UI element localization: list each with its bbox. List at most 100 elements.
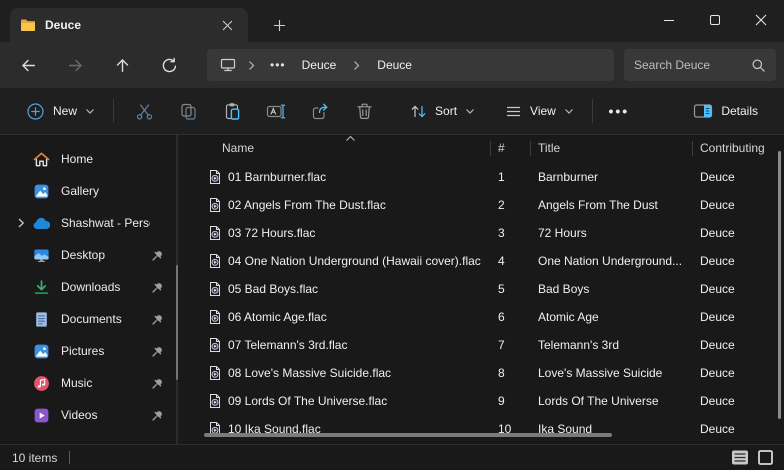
navigation-pane: Home Gallery [0, 135, 190, 444]
breadcrumb-overflow[interactable]: ••• [266, 58, 290, 72]
tab-title: Deuce [45, 18, 207, 32]
search-icon[interactable] [751, 58, 766, 73]
sort-ascending-icon [345, 135, 356, 142]
sort-button[interactable]: Sort [400, 93, 485, 129]
sidebar-item[interactable]: Documents [2, 303, 188, 335]
media-file-icon [207, 309, 223, 325]
pin-icon [150, 281, 164, 294]
sidebar-item-label: Gallery [61, 184, 150, 198]
column-header-name[interactable]: Name [222, 141, 254, 155]
breadcrumb-segment[interactable]: Deuce [296, 56, 343, 74]
file-name: 02 Angels From The Dust.flac [228, 191, 483, 219]
refresh-button[interactable] [149, 47, 189, 83]
sidebar-item[interactable]: Desktop [2, 239, 188, 271]
sidebar-item[interactable]: Shashwat - Personal [2, 207, 188, 239]
media-file-icon [207, 197, 223, 213]
breadcrumb-chevron-icon[interactable] [243, 60, 260, 71]
share-button[interactable] [298, 93, 342, 129]
track-title: Ika Sound [538, 415, 693, 443]
explorer-tab[interactable]: Deuce [10, 8, 248, 42]
cut-button[interactable] [122, 93, 166, 129]
chevron-down-icon [564, 108, 574, 115]
sort-label: Sort [435, 104, 457, 118]
status-bar: 10 items [0, 444, 784, 470]
view-button[interactable]: View [495, 93, 584, 129]
table-row[interactable]: 03 72 Hours.flac 3 72 Hours Deuce [190, 219, 784, 247]
contributing-artist: Deuce [700, 415, 735, 443]
maximize-button[interactable] [692, 0, 738, 40]
sidebar-item-label: Downloads [61, 280, 150, 294]
sidebar-item-label: Music [61, 376, 150, 390]
sort-icon [410, 103, 427, 120]
minimize-button[interactable] [646, 0, 692, 40]
sidebar-item[interactable]: Gallery [2, 175, 188, 207]
column-header-contributing[interactable]: Contributing [700, 141, 765, 155]
table-row[interactable]: 06 Atomic Age.flac 6 Atomic Age Deuce [190, 303, 784, 331]
search-input[interactable] [634, 58, 751, 72]
track-number: 2 [498, 191, 505, 219]
sidebar-item[interactable]: Downloads [2, 271, 188, 303]
column-header-title[interactable]: Title [538, 141, 560, 155]
back-button[interactable] [8, 47, 48, 83]
more-options-button[interactable]: ••• [601, 93, 637, 129]
table-row[interactable]: 07 Telemann's 3rd.flac 7 Telemann's 3rd … [190, 331, 784, 359]
breadcrumb-segment[interactable]: Deuce [371, 56, 418, 74]
table-row[interactable]: 10 Ika Sound.flac 10 Ika Sound Deuce [190, 415, 784, 443]
toolbar-divider [592, 99, 593, 123]
column-divider[interactable] [692, 141, 693, 156]
title-bar: Deuce [0, 0, 784, 42]
column-divider[interactable] [530, 141, 531, 156]
this-pc-icon[interactable] [219, 56, 237, 74]
table-row[interactable]: 08 Love's Massive Suicide.flac 8 Love's … [190, 359, 784, 387]
paste-button[interactable] [210, 93, 254, 129]
rename-button[interactable] [254, 93, 298, 129]
new-button[interactable]: New [16, 93, 105, 129]
plus-circle-icon [26, 102, 45, 121]
column-divider[interactable] [490, 141, 491, 156]
track-title: Angels From The Dust [538, 191, 693, 219]
chevron-right-icon[interactable] [10, 217, 32, 229]
media-file-icon [207, 365, 223, 381]
media-file-icon [207, 253, 223, 269]
new-tab-button[interactable] [264, 11, 294, 39]
breadcrumb-chevron-icon[interactable] [348, 60, 365, 71]
details-view-toggle[interactable] [729, 448, 751, 468]
track-number: 4 [498, 247, 505, 275]
chevron-down-icon [85, 108, 95, 115]
large-icons-view-toggle[interactable] [754, 448, 776, 468]
column-header-number[interactable]: # [498, 141, 505, 155]
downloads-icon [32, 278, 50, 296]
delete-button[interactable] [342, 93, 386, 129]
pin-icon [150, 377, 164, 390]
sidebar-scrollbar-thumb[interactable] [176, 265, 178, 380]
forward-button[interactable] [55, 47, 95, 83]
table-row[interactable]: 01 Barnburner.flac 1 Barnburner Deuce [190, 163, 784, 191]
file-name: 05 Bad Boys.flac [228, 275, 483, 303]
sidebar-item[interactable]: Pictures [2, 335, 188, 367]
file-name: 04 One Nation Underground (Hawaii cover)… [228, 247, 483, 275]
horizontal-scrollbar-thumb[interactable] [204, 433, 612, 437]
contributing-artist: Deuce [700, 275, 735, 303]
item-count: 10 items [12, 451, 57, 465]
search-box[interactable] [624, 49, 776, 81]
sidebar-item[interactable]: Videos [2, 399, 188, 431]
table-row[interactable]: 05 Bad Boys.flac 5 Bad Boys Deuce [190, 275, 784, 303]
pin-icon [150, 409, 164, 422]
vertical-scrollbar-thumb[interactable] [778, 151, 781, 419]
gallery-icon [32, 182, 50, 200]
close-button[interactable] [738, 0, 784, 40]
copy-button[interactable] [166, 93, 210, 129]
table-row[interactable]: 09 Lords Of The Universe.flac 9 Lords Of… [190, 387, 784, 415]
sidebar-item[interactable]: Home [2, 143, 188, 175]
table-row[interactable]: 04 One Nation Underground (Hawaii cover)… [190, 247, 784, 275]
ellipsis-icon: ••• [608, 103, 629, 119]
file-list: Name # Title Contributing 01 Barnburner.… [190, 135, 784, 444]
toolbar-divider [113, 99, 114, 123]
table-row[interactable]: 02 Angels From The Dust.flac 2 Angels Fr… [190, 191, 784, 219]
pin-icon [150, 313, 164, 326]
up-button[interactable] [102, 47, 142, 83]
sidebar-item[interactable]: Music [2, 367, 188, 399]
file-name: 07 Telemann's 3rd.flac [228, 331, 483, 359]
tab-close-icon[interactable] [216, 14, 238, 36]
details-pane-button[interactable]: Details [683, 93, 768, 129]
